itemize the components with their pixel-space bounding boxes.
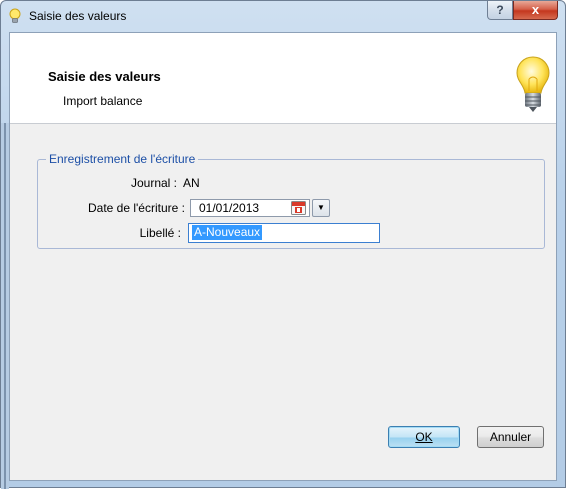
libelle-label: Libellé : (139, 226, 181, 240)
ok-button-label: OK (415, 430, 433, 444)
lightbulb-icon (7, 8, 23, 24)
dialog-header: Saisie des valeurs Import balance (10, 33, 556, 124)
date-label: Date de l'écriture : (87, 201, 185, 215)
close-button[interactable]: x (513, 1, 558, 20)
left-resize-edge (1, 123, 9, 489)
header-title: Saisie des valeurs (48, 69, 161, 84)
chevron-down-icon: ▼ (317, 203, 325, 212)
group-legend: Enregistrement de l'écriture (46, 152, 199, 166)
dialog-body: Enregistrement de l'écriture Journal : A… (10, 124, 556, 480)
libelle-value: A-Nouveaux (192, 225, 263, 240)
cancel-button-label: Annuler (489, 430, 532, 444)
journal-value: AN (183, 176, 200, 190)
title-bar[interactable]: Saisie des valeurs ? x (1, 1, 565, 32)
window-title: Saisie des valeurs (29, 9, 127, 23)
date-value: 01/01/2013 (199, 201, 260, 215)
cancel-button[interactable]: Annuler (477, 426, 544, 448)
ok-button[interactable]: OK (388, 426, 460, 448)
dialog-window: Saisie des valeurs ? x Saisie des valeur… (0, 0, 566, 489)
date-dropdown-button[interactable]: ▼ (312, 199, 330, 217)
journal-label: Journal : (130, 176, 177, 190)
libelle-field[interactable]: A-Nouveaux (188, 223, 380, 243)
entry-group: Enregistrement de l'écriture Journal : A… (37, 152, 545, 249)
dialog-client: Saisie des valeurs Import balance Enregi… (9, 32, 557, 481)
calendar-icon[interactable] (290, 200, 308, 216)
help-button[interactable]: ? (487, 1, 513, 20)
header-subtitle: Import balance (63, 94, 143, 108)
lightbulb-icon (515, 55, 551, 115)
